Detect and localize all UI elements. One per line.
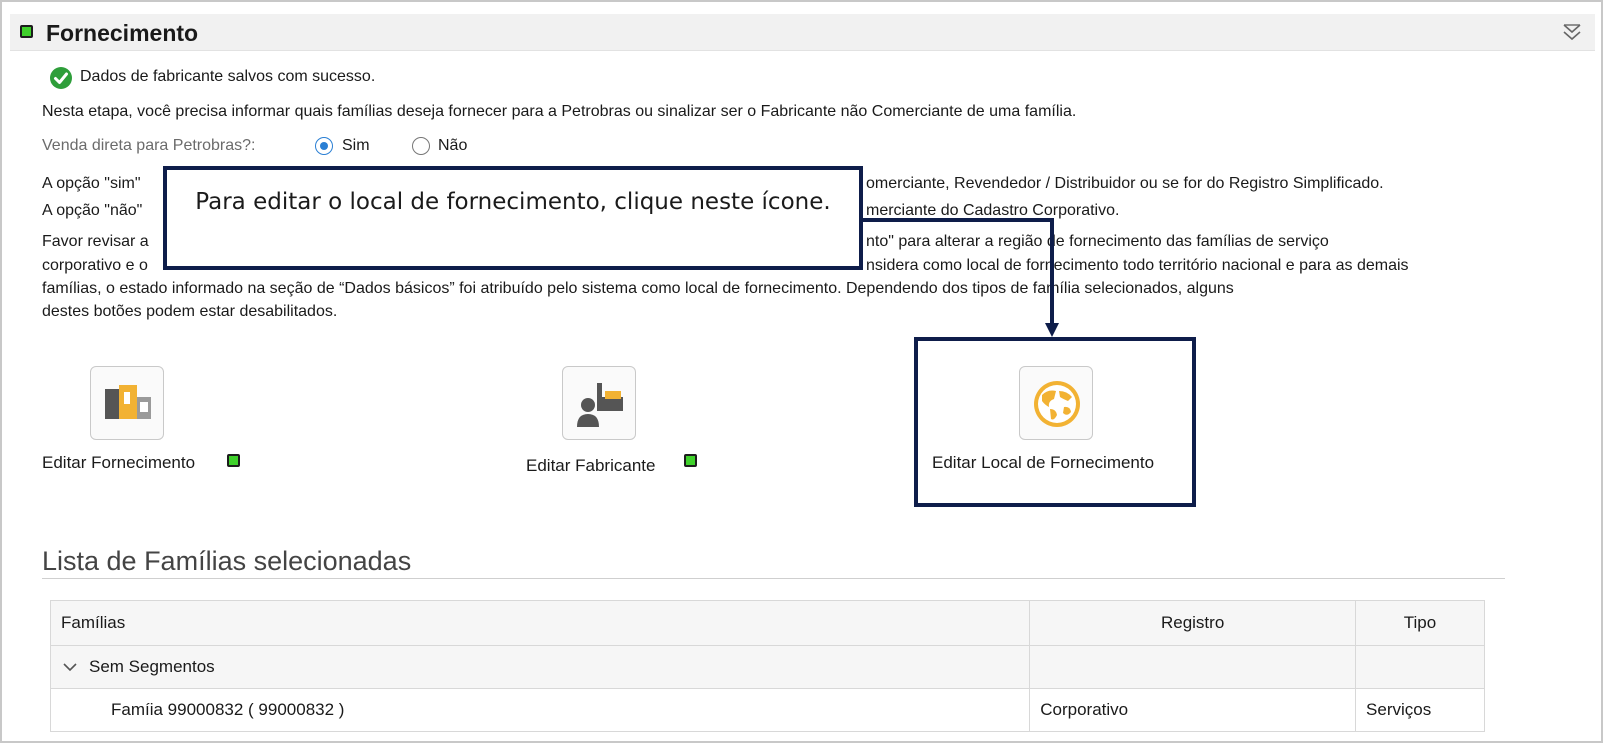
- success-message: Dados de fabricante salvos com sucesso.: [80, 68, 376, 85]
- family-tipo-cell: Serviços: [1355, 688, 1485, 732]
- section-divider: [42, 578, 1505, 579]
- families-table: Famílias Registro Tipo Sem Segmentos Fam…: [49, 600, 1485, 732]
- edit-supply-status-icon: [227, 454, 240, 467]
- column-header-familias[interactable]: Famílias: [49, 600, 1031, 646]
- panel-header: Fornecimento: [10, 14, 1595, 51]
- column-header-tipo[interactable]: Tipo: [1355, 600, 1485, 646]
- table-header-row: Famílias Registro Tipo: [49, 600, 1485, 646]
- callout-arrow-icon: [863, 218, 1059, 337]
- edit-supply-button[interactable]: [90, 366, 164, 440]
- group-cell-empty: [1029, 645, 1357, 689]
- edit-manufacturer-button[interactable]: [562, 366, 636, 440]
- edit-manufacturer-status-icon: [684, 454, 697, 467]
- info-corp-start: corporativo e o: [42, 257, 148, 274]
- supply-edit-icon: [105, 385, 151, 419]
- edit-supply-label[interactable]: Editar Fornecimento: [42, 453, 195, 473]
- table-row[interactable]: Famíia 99000832 ( 99000832 ) Corporativo…: [49, 688, 1485, 732]
- column-header-registro[interactable]: Registro: [1029, 600, 1357, 646]
- manufacturer-edit-icon: [577, 383, 623, 427]
- edit-supply-location-button[interactable]: [1019, 366, 1093, 440]
- group-cell[interactable]: Sem Segmentos: [49, 645, 1031, 689]
- double-chevron-down-icon[interactable]: [1561, 22, 1583, 42]
- globe-icon: [1034, 381, 1080, 427]
- families-section-title: Lista de Famílias selecionadas: [42, 546, 412, 576]
- panel-title: Fornecimento: [46, 20, 199, 46]
- group-cell-empty: [1355, 645, 1485, 689]
- info-sim-end: omerciante, Revendedor / Distribuidor ou…: [866, 175, 1384, 192]
- direct-sale-label: Venda direta para Petrobras?:: [42, 137, 256, 154]
- edit-manufacturer-label[interactable]: Editar Fabricante: [526, 456, 655, 476]
- edit-supply-location-label[interactable]: Editar Local de Fornecimento: [932, 453, 1154, 473]
- family-name-cell: Famíia 99000832 ( 99000832 ): [49, 688, 1031, 732]
- radio-sim[interactable]: [315, 137, 333, 155]
- info-nao-start: A opção "não": [42, 202, 143, 219]
- info-destes: destes botões podem estar desabilitados.: [42, 303, 338, 320]
- radio-nao[interactable]: [412, 137, 430, 155]
- success-check-icon: [50, 67, 72, 89]
- info-favor-start: Favor revisar a: [42, 233, 149, 250]
- radio-sim-label[interactable]: Sim: [342, 137, 370, 155]
- group-label: Sem Segmentos: [89, 657, 215, 676]
- radio-nao-label[interactable]: Não: [438, 137, 467, 155]
- status-indicator-icon: [20, 25, 33, 38]
- intro-text: Nesta etapa, você precisa informar quais…: [42, 103, 1077, 120]
- tutorial-callout: Para editar o local de fornecimento, cli…: [163, 166, 863, 270]
- chevron-down-icon[interactable]: [63, 662, 77, 672]
- info-sim-start: A opção "sim": [42, 175, 141, 192]
- family-registro-cell: Corporativo: [1029, 688, 1357, 732]
- group-row[interactable]: Sem Segmentos: [49, 645, 1485, 689]
